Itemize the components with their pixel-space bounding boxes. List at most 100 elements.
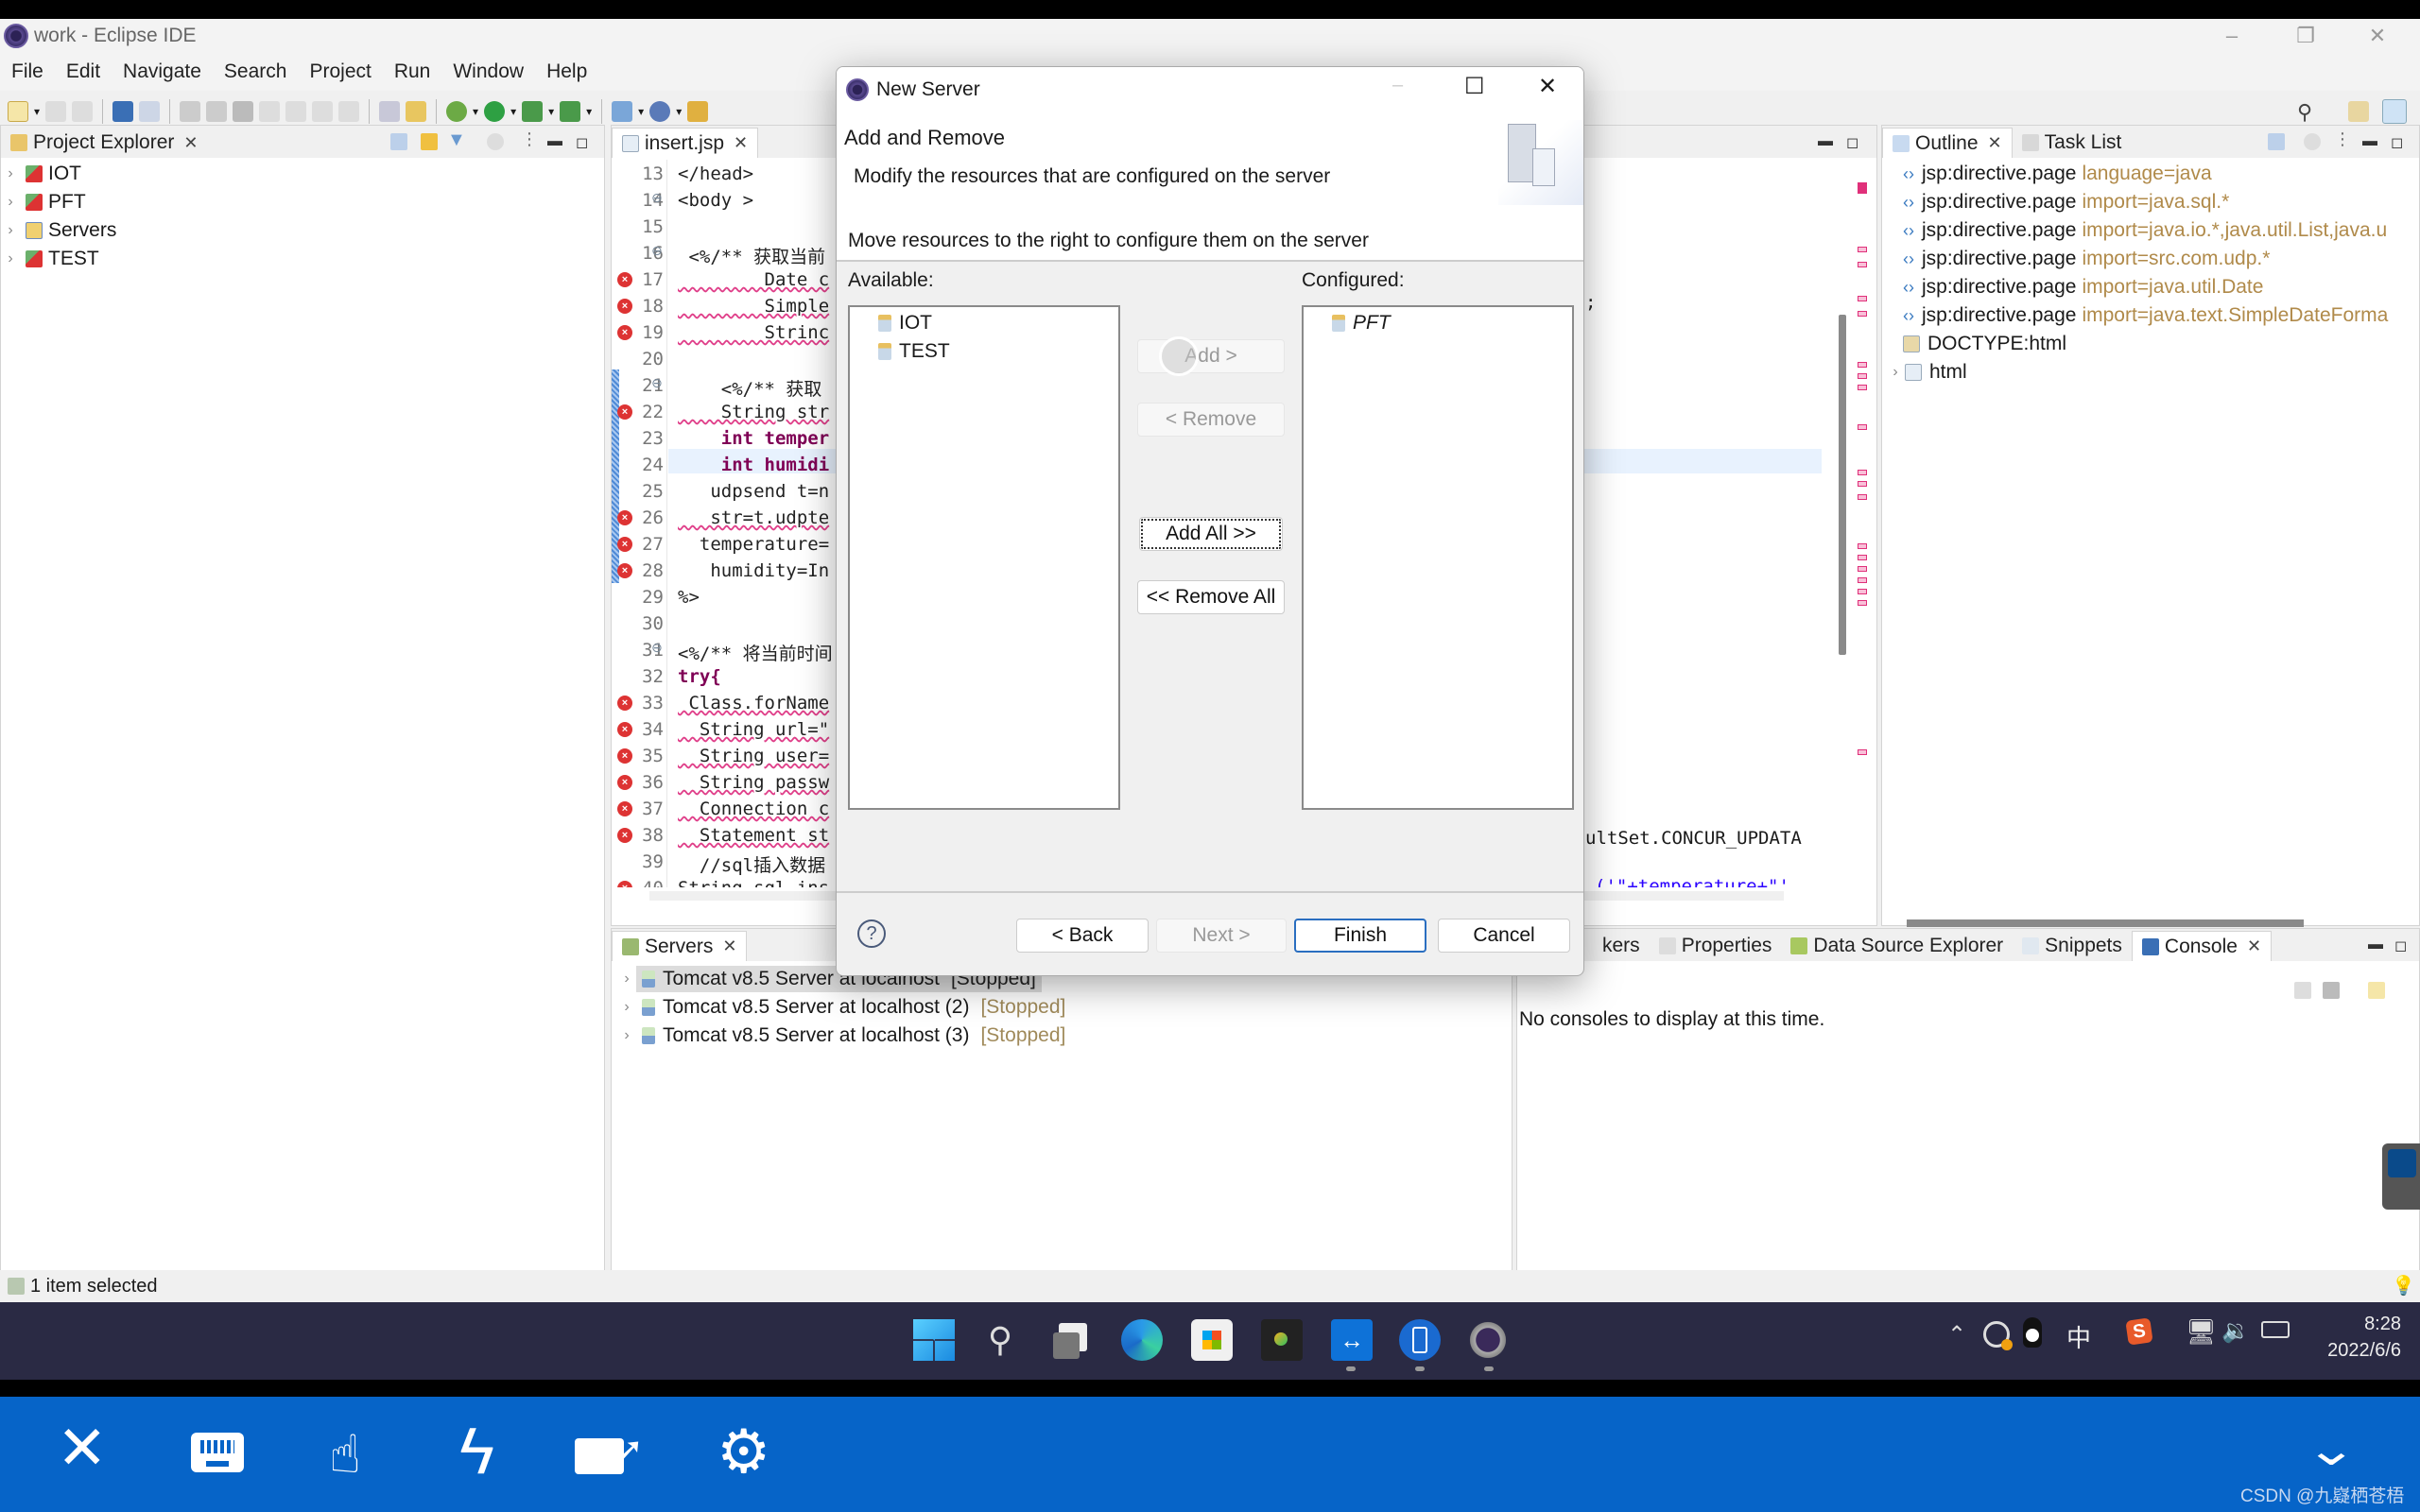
fold-toggle-icon[interactable]: ⊖ bbox=[651, 243, 663, 259]
save-all-icon[interactable] bbox=[72, 101, 94, 122]
tab-snippets[interactable]: Snippets bbox=[2013, 931, 2132, 961]
edge-browser-icon[interactable] bbox=[1121, 1319, 1163, 1361]
tab-data-source-explorer[interactable]: Data Source Explorer bbox=[1781, 931, 2013, 961]
tab-insert-jsp[interactable]: insert.jsp ✕ bbox=[612, 128, 759, 158]
expand-chevron-icon[interactable]: › bbox=[617, 999, 636, 1016]
lightbulb-icon[interactable]: 💡 bbox=[2392, 1274, 2415, 1297]
overview-warning-marker[interactable] bbox=[1858, 600, 1867, 606]
overview-error-marker[interactable] bbox=[1858, 182, 1867, 194]
sogou-ime-icon[interactable]: S bbox=[2125, 1317, 2153, 1346]
eclipse-javaee-icon[interactable] bbox=[1467, 1319, 1509, 1361]
show-hidden-icons-icon[interactable]: ⌃ bbox=[1947, 1321, 1966, 1349]
settings-gear-icon[interactable]: ⚙ bbox=[717, 1421, 770, 1482]
menu-help[interactable]: Help bbox=[546, 60, 587, 83]
collapse-all-icon[interactable] bbox=[390, 133, 407, 150]
step-over-icon[interactable] bbox=[312, 101, 334, 122]
run-dropdown-icon[interactable]: ▾ bbox=[510, 105, 516, 118]
remove-all-button[interactable]: << Remove All bbox=[1137, 580, 1285, 614]
teamviewer-side-tab[interactable] bbox=[2382, 1143, 2420, 1210]
step-return-icon[interactable] bbox=[338, 101, 360, 122]
maximize-view-icon[interactable]: ◻ bbox=[1846, 133, 1858, 152]
close-icon[interactable]: ✕ bbox=[57, 1418, 108, 1478]
tab-console[interactable]: Console ✕ bbox=[2131, 931, 2273, 961]
available-item[interactable]: IOT bbox=[878, 309, 932, 337]
search-icon[interactable]: ⚲ bbox=[2297, 100, 2312, 125]
project-item-servers[interactable]: › Servers bbox=[1, 216, 116, 245]
fold-toggle-icon[interactable]: ⊖ bbox=[651, 640, 663, 656]
project-item-pft[interactable]: › PFT bbox=[1, 188, 85, 216]
server-item[interactable]: › Tomcat v8.5 Server at localhost (2) [Sto… bbox=[617, 993, 1071, 1022]
next-button[interactable]: Next > bbox=[1156, 919, 1287, 953]
microsoft-store-icon[interactable] bbox=[1191, 1319, 1233, 1361]
fold-toggle-icon[interactable]: ⊖ bbox=[651, 375, 663, 391]
clock-time[interactable]: 8:28 bbox=[2307, 1314, 2401, 1335]
open-perspective-icon[interactable] bbox=[2348, 101, 2369, 122]
expand-chevron-icon[interactable]: › bbox=[1, 194, 20, 211]
network-icon[interactable]: 🖥 bbox=[2186, 1317, 2217, 1347]
new-web-service-icon[interactable] bbox=[649, 101, 671, 122]
configured-list[interactable]: PFT bbox=[1302, 305, 1574, 810]
battery-icon[interactable] bbox=[2261, 1321, 2290, 1338]
expand-chevron-icon[interactable]: › bbox=[1886, 364, 1905, 381]
search-icon[interactable]: ⚲ bbox=[979, 1319, 1021, 1361]
step-into-icon[interactable] bbox=[285, 101, 307, 122]
outline-item[interactable]: DOCTYPE:html bbox=[1903, 330, 2066, 358]
use-step-filters-icon[interactable] bbox=[406, 101, 427, 122]
minimize-view-icon[interactable]: ▬ bbox=[1818, 133, 1833, 150]
overview-warning-marker[interactable] bbox=[1858, 311, 1867, 317]
menu-file[interactable]: File bbox=[11, 60, 43, 83]
server-item[interactable]: › Tomcat v8.5 Server at localhost (3) [Sto… bbox=[617, 1022, 1071, 1050]
project-item-iot[interactable]: › IOT bbox=[1, 160, 81, 188]
debug-dropdown-icon[interactable]: ▾ bbox=[473, 105, 478, 118]
collapse-toolbar-chevron-icon[interactable]: ⌄ bbox=[2305, 1423, 2358, 1476]
resume-icon[interactable] bbox=[180, 101, 201, 122]
suspend-icon[interactable] bbox=[206, 101, 228, 122]
overview-warning-marker[interactable] bbox=[1858, 749, 1867, 755]
display-console-icon[interactable] bbox=[2323, 982, 2340, 999]
dialog-maximize-button[interactable]: ☐ bbox=[1464, 73, 1485, 100]
menu-run[interactable]: Run bbox=[394, 60, 431, 83]
expand-chevron-icon[interactable]: › bbox=[1, 222, 20, 239]
overview-warning-marker[interactable] bbox=[1858, 566, 1867, 572]
sync-icon[interactable] bbox=[1983, 1321, 2013, 1350]
maximize-view-icon[interactable]: ◻ bbox=[576, 133, 588, 152]
phone-link-icon[interactable] bbox=[1399, 1319, 1441, 1361]
outline-item[interactable]: ‹› jsp:directive.page import=java.text.Sim… bbox=[1903, 301, 2388, 330]
overview-warning-marker[interactable] bbox=[1858, 481, 1867, 487]
dialog-minimize-button[interactable]: – bbox=[1392, 75, 1403, 96]
menu-navigate[interactable]: Navigate bbox=[123, 60, 201, 83]
finish-button[interactable]: Finish bbox=[1294, 919, 1426, 953]
link-with-editor-icon[interactable] bbox=[421, 133, 438, 150]
expand-chevron-icon[interactable]: › bbox=[1, 165, 20, 182]
overview-warning-marker[interactable] bbox=[1858, 385, 1867, 390]
focus-icon[interactable] bbox=[487, 133, 504, 150]
available-list[interactable]: IOT TEST bbox=[848, 305, 1120, 810]
minimize-button[interactable]: – bbox=[2199, 19, 2265, 53]
pin-console-icon[interactable] bbox=[2294, 982, 2311, 999]
expand-chevron-icon[interactable]: › bbox=[617, 971, 636, 988]
minimize-view-icon[interactable]: ▬ bbox=[2362, 133, 2377, 150]
menu-edit[interactable]: Edit bbox=[66, 60, 100, 83]
overview-warning-marker[interactable] bbox=[1858, 555, 1867, 560]
overview-warning-marker[interactable] bbox=[1858, 543, 1867, 549]
overview-warning-marker[interactable] bbox=[1858, 262, 1867, 267]
tab-task-list[interactable]: Task List bbox=[2013, 128, 2132, 158]
overview-warning-marker[interactable] bbox=[1858, 373, 1867, 379]
horizontal-scrollbar-thumb[interactable] bbox=[1907, 919, 2304, 927]
close-tab-icon[interactable]: ✕ bbox=[722, 936, 736, 956]
overview-warning-marker[interactable] bbox=[1858, 424, 1867, 430]
outline-item[interactable]: › html bbox=[1893, 358, 1966, 387]
maximize-view-icon[interactable]: ◻ bbox=[2394, 936, 2407, 955]
coverage-dropdown-icon[interactable]: ▾ bbox=[548, 105, 554, 118]
save-icon[interactable] bbox=[45, 101, 67, 122]
close-tab-icon[interactable]: ✕ bbox=[2247, 936, 2261, 956]
skip-breakpoints-icon[interactable] bbox=[139, 101, 161, 122]
ime-indicator[interactable]: 中 bbox=[2066, 1319, 2091, 1354]
close-tab-icon[interactable]: ✕ bbox=[183, 133, 198, 153]
expand-chevron-icon[interactable]: › bbox=[1, 250, 20, 267]
overview-warning-marker[interactable] bbox=[1858, 362, 1867, 368]
overview-warning-marker[interactable] bbox=[1858, 247, 1867, 252]
external-tools-dropdown-icon[interactable]: ▾ bbox=[586, 105, 592, 118]
filter-icon[interactable]: ▼ bbox=[447, 129, 466, 151]
add-all-button[interactable]: Add All >> bbox=[1139, 517, 1283, 551]
